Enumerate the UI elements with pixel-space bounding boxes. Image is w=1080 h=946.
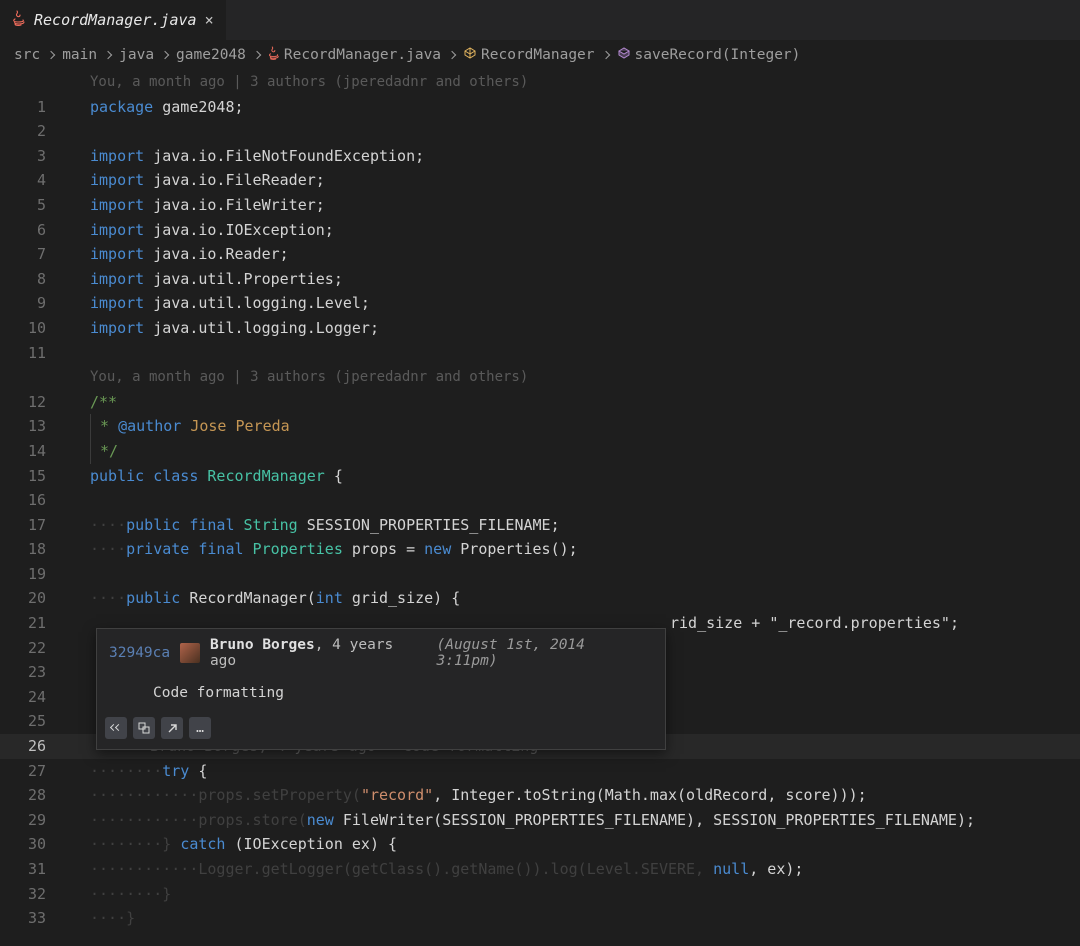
open-external-button[interactable] bbox=[161, 717, 183, 739]
breadcrumb-item[interactable]: saveRecord(Integer) bbox=[635, 47, 801, 63]
chevron-right-icon bbox=[47, 51, 55, 59]
arrow-up-right-icon bbox=[167, 723, 178, 734]
breadcrumb-item[interactable]: main bbox=[62, 47, 97, 63]
line-number-gutter: 1 2 3 4 5 6 7 8 9 10 11 12 13 14 15 16 1… bbox=[0, 70, 68, 931]
close-icon[interactable]: × bbox=[205, 11, 214, 29]
breadcrumb-item[interactable]: RecordManager bbox=[481, 47, 595, 63]
breadcrumb-item[interactable]: java bbox=[119, 47, 154, 63]
java-file-icon bbox=[268, 46, 280, 64]
editor-tab[interactable]: RecordManager.java × bbox=[0, 0, 226, 40]
gitlens-blame-hover: 32949ca Bruno Borges, 4 years ago (Augus… bbox=[96, 628, 666, 750]
diff-icon bbox=[138, 722, 150, 734]
chevron-right-icon bbox=[601, 51, 609, 59]
breadcrumb[interactable]: src main java game2048 RecordManager.jav… bbox=[0, 40, 1080, 70]
code-editor[interactable]: 1 2 3 4 5 6 7 8 9 10 11 12 13 14 15 16 1… bbox=[0, 70, 1080, 931]
method-icon bbox=[617, 46, 631, 64]
breadcrumb-item[interactable]: RecordManager.java bbox=[284, 47, 441, 63]
java-file-icon bbox=[12, 10, 26, 30]
open-changes-button[interactable] bbox=[133, 717, 155, 739]
gitlens-file-annotation: You, a month ago | 3 authors (jperedadnr… bbox=[90, 365, 1080, 390]
commit-date: (August 1st, 2014 3:11pm) bbox=[436, 637, 653, 669]
more-actions-button[interactable]: … bbox=[189, 717, 211, 739]
code-content[interactable]: You, a month ago | 3 authors (jperedadnr… bbox=[90, 70, 1080, 931]
commit-author: Bruno Borges bbox=[210, 637, 315, 653]
commit-hash-link[interactable]: 32949ca bbox=[109, 645, 170, 661]
commit-message: Code formatting bbox=[97, 677, 665, 711]
tab-bar: RecordManager.java × bbox=[0, 0, 1080, 40]
breadcrumb-item[interactable]: game2048 bbox=[176, 47, 246, 63]
breadcrumb-item[interactable]: src bbox=[14, 47, 40, 63]
tab-filename: RecordManager.java bbox=[34, 11, 197, 29]
avatar bbox=[180, 643, 200, 663]
chevron-right-icon bbox=[448, 51, 456, 59]
gitlens-file-annotation: You, a month ago | 3 authors (jperedadnr… bbox=[90, 70, 1080, 95]
chevrons-left-icon bbox=[111, 725, 121, 731]
chevron-right-icon bbox=[161, 51, 169, 59]
chevron-right-icon bbox=[104, 51, 112, 59]
hover-actions: … bbox=[97, 711, 665, 749]
prev-change-button[interactable] bbox=[105, 717, 127, 739]
chevron-right-icon bbox=[253, 51, 261, 59]
class-icon bbox=[463, 46, 477, 64]
